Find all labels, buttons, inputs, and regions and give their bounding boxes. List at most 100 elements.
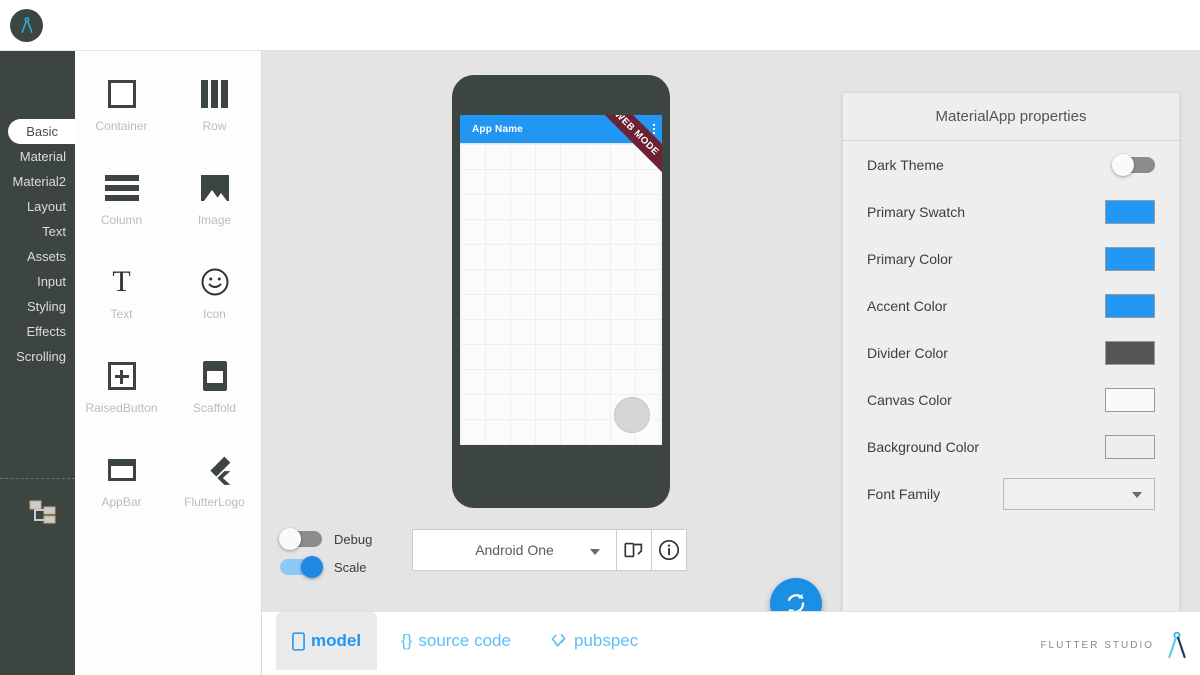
tab-source-code[interactable]: {} source code [385, 612, 527, 670]
tab-label: pubspec [574, 631, 639, 650]
chevron-down-icon [590, 549, 600, 555]
palette-item-label: Icon [203, 307, 226, 321]
sidebar-item-assets[interactable]: Assets [0, 244, 75, 269]
category-list: Basic Material Material2 Layout Text Assets In… [0, 119, 75, 369]
screen-rotation-button[interactable] [617, 529, 652, 571]
palette-item-raisedbutton[interactable]: RaisedButton [75, 355, 168, 427]
properties-panel: MaterialApp properties Dark Theme Primary… [842, 92, 1180, 632]
palette-item-image[interactable]: Image [168, 167, 261, 239]
palette-item-icon[interactable]: Icon [168, 261, 261, 333]
toggle-knob [301, 556, 323, 578]
sidebar-item-basic[interactable]: Basic [8, 119, 75, 144]
scaffold-icon [202, 355, 227, 397]
sidebar-item-scrolling[interactable]: Scrolling [0, 344, 75, 369]
sidebar-item-effects[interactable]: Effects [0, 319, 75, 344]
curly-braces-icon: {} [401, 631, 413, 650]
palette-item-text[interactable]: T Text [75, 261, 168, 333]
property-label: Primary Color [867, 250, 953, 267]
sidebar-item-material2[interactable]: Material2 [0, 169, 75, 194]
preview-toggles: Debug Scale [279, 525, 373, 581]
appbar-icon [107, 449, 136, 491]
color-swatch[interactable] [1105, 246, 1155, 271]
fab-placeholder[interactable] [614, 397, 650, 433]
property-label: Dark Theme [867, 156, 944, 173]
palette-item-container[interactable]: Container [75, 73, 168, 145]
property-row: Dark Theme [843, 141, 1179, 188]
flutter-logo-icon [199, 449, 231, 491]
toggle-knob [1112, 153, 1134, 176]
sidebar-item-styling[interactable]: Styling [0, 294, 75, 319]
palette-item-row[interactable]: Row [168, 73, 261, 145]
tab-model[interactable]: model [276, 612, 378, 670]
widget-tree-icon[interactable] [28, 499, 58, 525]
property-label: Primary Swatch [867, 203, 966, 220]
preview-app-bar-title: App Name [472, 123, 524, 135]
scale-toggle[interactable] [280, 556, 323, 578]
bottom-tab-bar: model {} source code pubspec FLUTTER STUDIO [262, 611, 1200, 675]
dark-theme-toggle[interactable] [1112, 153, 1155, 176]
palette-item-scaffold[interactable]: Scaffold [168, 355, 261, 427]
toggle-label: Debug [334, 531, 373, 547]
color-swatch[interactable] [1105, 293, 1155, 318]
palette-item-appbar[interactable]: AppBar [75, 449, 168, 521]
property-label: Background Color [867, 438, 980, 455]
sidebar-item-input[interactable]: Input [0, 269, 75, 294]
widget-palette-grid: Container Row Column Image T Text Icon RaisedBu… [75, 51, 261, 521]
property-row: Background Color [843, 423, 1179, 470]
toggle-row-scale: Scale [280, 553, 372, 581]
smiley-face-icon [200, 261, 230, 303]
palette-item-label: Container [95, 119, 148, 133]
property-label: Divider Color [867, 344, 948, 361]
sidebar-item-text[interactable]: Text [0, 219, 75, 244]
palette-item-label: AppBar [101, 495, 142, 509]
device-preview: App Name WEB MODE [452, 75, 670, 508]
tab-pubspec[interactable]: pubspec [535, 612, 654, 670]
sidebar-item-layout[interactable]: Layout [0, 194, 75, 219]
category-sidebar: Basic Material Material2 Layout Text Assets In… [0, 51, 75, 675]
device-controls: Android One [412, 529, 687, 571]
image-icon [200, 167, 229, 209]
text-t-icon: T [112, 265, 131, 298]
palette-item-column[interactable]: Column [75, 167, 168, 239]
color-swatch[interactable] [1105, 434, 1155, 459]
device-screen[interactable]: App Name WEB MODE [460, 115, 662, 445]
palette-item-label: FlutterLogo [184, 495, 245, 509]
color-swatch[interactable] [1105, 199, 1155, 224]
property-row: Accent Color [843, 282, 1179, 329]
device-select-value: Android One [475, 542, 554, 558]
flutter-studio-branding: FLUTTER STUDIO [1040, 630, 1190, 660]
widget-palette: Container Row Column Image T Text Icon RaisedBu… [75, 51, 262, 675]
info-button[interactable] [652, 529, 687, 571]
toggle-label: Scale [334, 559, 367, 575]
screen-rotation-icon [624, 542, 643, 558]
properties-panel-title: MaterialApp properties [843, 93, 1179, 141]
code-check-icon [551, 633, 568, 649]
property-row: Divider Color [843, 329, 1179, 376]
toggle-knob [279, 528, 301, 550]
columns-bars-icon [201, 73, 228, 115]
plus-square-icon [107, 355, 136, 397]
property-row: Font Family [843, 470, 1179, 517]
font-family-select[interactable] [1003, 477, 1155, 510]
palette-item-label: RaisedButton [85, 401, 158, 415]
tab-label: model [311, 631, 362, 650]
property-label: Accent Color [867, 297, 948, 314]
app-logo-icon[interactable] [10, 9, 43, 42]
stacked-bars-icon [104, 167, 139, 209]
palette-item-label: Row [202, 119, 227, 133]
debug-toggle[interactable] [279, 528, 322, 550]
palette-item-flutterlogo[interactable]: FlutterLogo [168, 449, 261, 521]
sidebar-item-material[interactable]: Material [0, 144, 75, 169]
color-swatch[interactable] [1105, 340, 1155, 365]
property-label: Font Family [867, 485, 941, 502]
color-swatch[interactable] [1105, 387, 1155, 412]
property-row: Primary Swatch [843, 188, 1179, 235]
palette-item-label: Image [197, 213, 232, 227]
preview-body-grid[interactable] [460, 143, 662, 445]
toggle-row-debug: Debug [279, 525, 373, 553]
overflow-menu-icon[interactable] [653, 124, 655, 135]
square-outline-icon [107, 73, 136, 115]
palette-item-label: Column [100, 213, 143, 227]
device-select[interactable]: Android One [412, 529, 617, 571]
tab-label: source code [418, 631, 511, 650]
